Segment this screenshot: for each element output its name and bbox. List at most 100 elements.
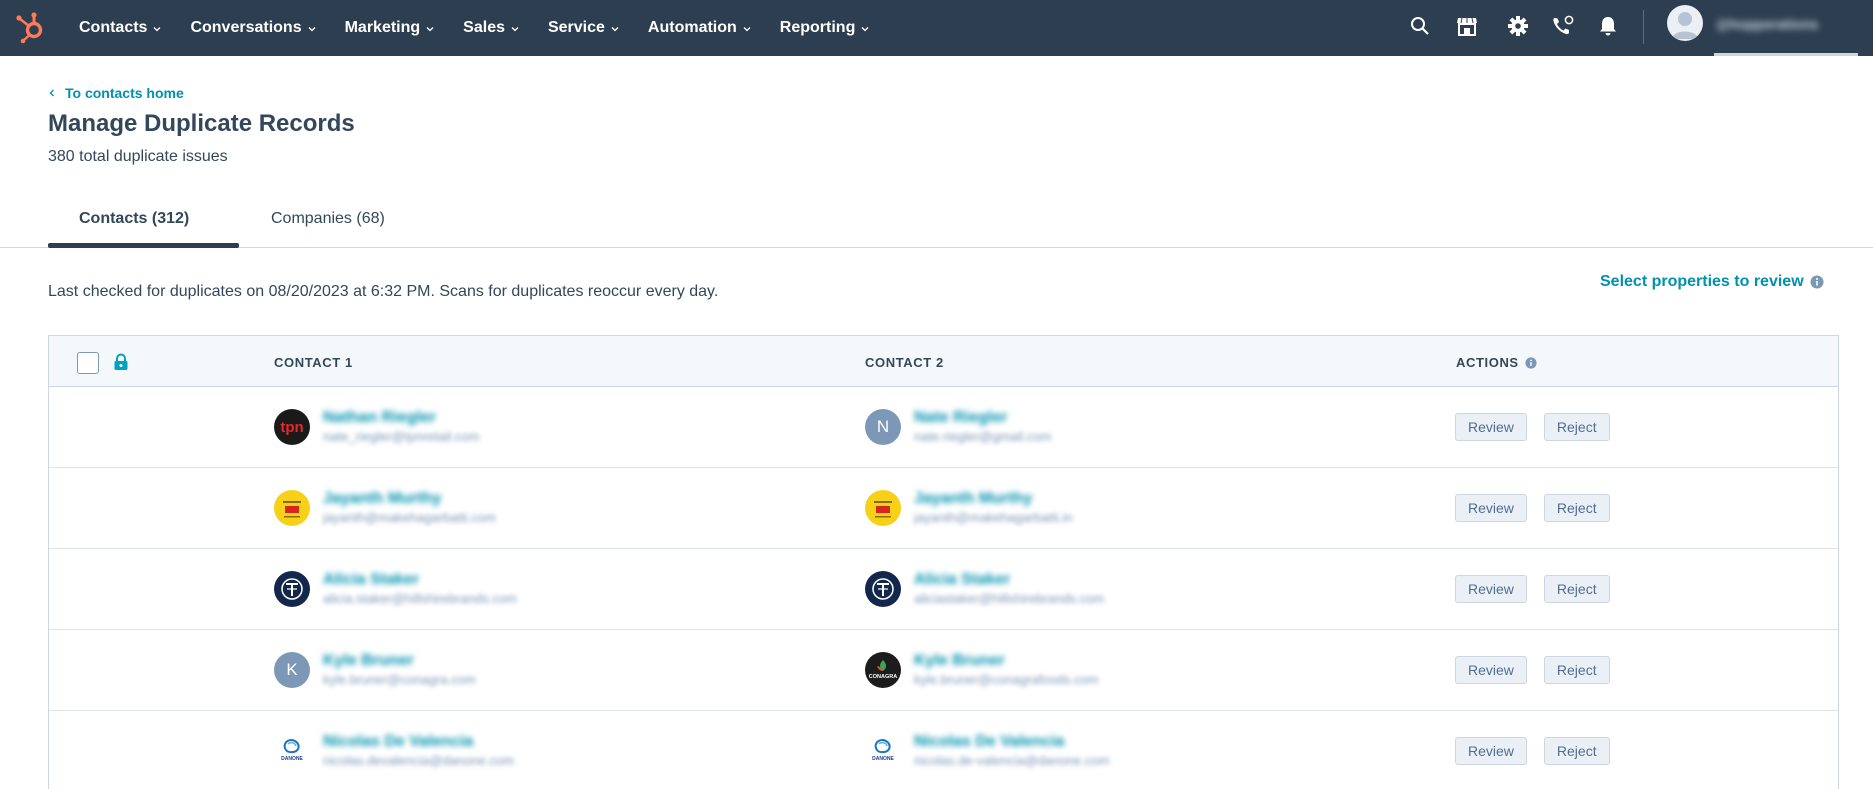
column-header-contact-2: CONTACT 2 [865,355,944,370]
column-header-contact-1: CONTACT 1 [274,355,353,370]
review-button[interactable]: Review [1455,494,1527,522]
contact-2-cell: CONAGRA Kyle Bruner kyle.bruner@conagraf… [865,650,1098,690]
row-actions: Review Reject [1455,413,1627,441]
nav-item-label: Conversations [190,19,302,36]
row-actions: Review Reject [1455,656,1627,684]
contact-2-cell: Alicia Staker aliciastaker@hillshirebran… [865,569,1104,609]
review-button[interactable]: Review [1455,413,1527,441]
contact-1-cell: Alicia Staker alicia.staker@hillshirebra… [274,569,517,609]
contact-initial-avatar: N [865,409,901,445]
account-underline [1714,53,1858,56]
contact-email: nicolas.de-valencia@danone.com [914,753,1110,768]
company-logo-icon [274,490,310,526]
marketplace-icon[interactable] [1455,14,1479,38]
review-button[interactable]: Review [1455,656,1527,684]
calling-icon[interactable] [1551,14,1575,38]
column-header-actions-label: ACTIONS [1456,355,1519,370]
contact-1-cell: tpn Nathan Riegler nate_riegler@tpnretai… [274,407,479,447]
chevron-down-icon [611,26,619,31]
company-logo-icon [865,490,901,526]
nav-item-contacts[interactable]: Contacts [79,19,161,37]
nav-item-reporting[interactable]: Reporting [780,19,870,37]
chevron-down-icon [861,26,869,31]
conagra-logo-text: CONAGRA [869,674,897,680]
active-tab-indicator [48,243,239,248]
reject-button[interactable]: Reject [1543,656,1610,684]
nav-item-label: Marketing [344,19,421,36]
table-row: Alicia Staker alicia.staker@hillshirebra… [49,549,1838,630]
contact-name-link[interactable]: Jayanth Murthy [914,489,1072,509]
contact-email: nate_riegler@tpnretail.com [323,429,480,444]
nav-item-conversations[interactable]: Conversations [190,19,316,37]
table-header: CONTACT 1 CONTACT 2 ACTIONS [49,336,1838,387]
contact-name-link[interactable]: Nate Riegler [914,408,1051,428]
duplicate-count: 380 total duplicate issues [48,148,228,165]
contact-initial-avatar: K [274,652,310,688]
contact-2-cell: Jayanth Murthy jayanth@makehagarbatti.in [865,488,1072,528]
nav-item-label: Reporting [779,19,856,36]
contact-email: jayanth@makehagarbatti.in [914,510,1073,525]
danone-logo-text: DANONE [281,756,303,762]
user-avatar[interactable] [1667,5,1703,41]
svg-text:tpn: tpn [280,419,303,436]
contact-email: nate.riegler@gmail.com [914,429,1052,444]
t-logo-icon [865,571,901,607]
tab-companies[interactable]: Companies (68) [271,210,385,228]
review-button[interactable]: Review [1455,575,1527,603]
account-name[interactable]: @hopperations [1716,16,1824,34]
nav-item-automation[interactable]: Automation [648,19,751,37]
row-actions: Review Reject [1455,737,1627,765]
select-properties-label: Select properties to review [1600,273,1804,290]
settings-icon[interactable] [1506,14,1530,38]
table-row: DANONE Nicolas De Valencia nicolas.deval… [49,711,1838,789]
contact-name-link[interactable]: Alicia Staker [914,570,1104,590]
reject-button[interactable]: Reject [1543,494,1610,522]
tpn-logo-icon: tpn [274,409,310,445]
hubspot-logo-icon[interactable] [14,10,48,44]
reject-button[interactable]: Reject [1543,737,1610,765]
row-actions: Review Reject [1455,494,1627,522]
reject-button[interactable]: Reject [1543,413,1610,441]
table-row: K Kyle Bruner kyle.bruner@conagra.com CO… [49,630,1838,711]
lock-icon [114,353,128,370]
contact-email: alicia.staker@hillshirebrands.com [323,591,517,606]
chevron-down-icon [511,26,519,31]
duplicates-table: CONTACT 1 CONTACT 2 ACTIONS tpn Nathan R… [48,335,1839,789]
t-logo-icon [274,571,310,607]
main-menu: Contacts Conversations Marketing Sales S… [79,0,898,56]
back-to-contacts-link[interactable]: To contacts home [48,85,184,101]
notifications-icon[interactable] [1596,14,1620,38]
contact-name-link[interactable]: Nicolas De Valencia [914,732,1109,752]
row-actions: Review Reject [1455,575,1627,603]
nav-item-label: Service [547,19,605,36]
contact-name-link[interactable]: Alicia Staker [323,570,517,590]
nav-item-label: Automation [647,19,737,36]
nav-item-marketing[interactable]: Marketing [345,19,435,37]
danone-logo-text: DANONE [872,756,894,762]
conagra-logo-icon: CONAGRA [865,652,901,688]
contact-name-link[interactable]: Jayanth Murthy [323,489,496,509]
danone-logo-icon: DANONE [865,733,901,769]
contact-name-link[interactable]: Nicolas De Valencia [323,732,514,752]
danone-logo-icon: DANONE [274,733,310,769]
info-icon[interactable] [1525,356,1537,369]
column-header-actions: ACTIONS [1456,355,1537,370]
search-icon[interactable] [1408,14,1432,38]
tab-contacts[interactable]: Contacts (312) [79,210,189,228]
select-properties-link[interactable]: Select properties to review [1600,273,1824,291]
nav-item-sales[interactable]: Sales [463,19,519,37]
contact-2-cell: N Nate Riegler nate.riegler@gmail.com [865,407,1051,447]
chevron-down-icon [308,26,316,31]
contact-name-link[interactable]: Kyle Bruner [914,651,1098,671]
info-icon[interactable] [1810,275,1824,289]
nav-item-label: Sales [463,19,505,36]
contact-name-link[interactable]: Nathan Riegler [323,408,479,428]
contact-1-cell: DANONE Nicolas De Valencia nicolas.deval… [274,731,514,771]
contact-email: kyle.bruner@conagrafoods.com [914,672,1099,687]
contact-name-link[interactable]: Kyle Bruner [323,651,476,671]
select-all-checkbox[interactable] [77,352,99,374]
review-button[interactable]: Review [1455,737,1527,765]
contact-email: nicolas.devalencia@danone.com [323,753,514,768]
reject-button[interactable]: Reject [1543,575,1610,603]
nav-item-service[interactable]: Service [548,19,619,37]
